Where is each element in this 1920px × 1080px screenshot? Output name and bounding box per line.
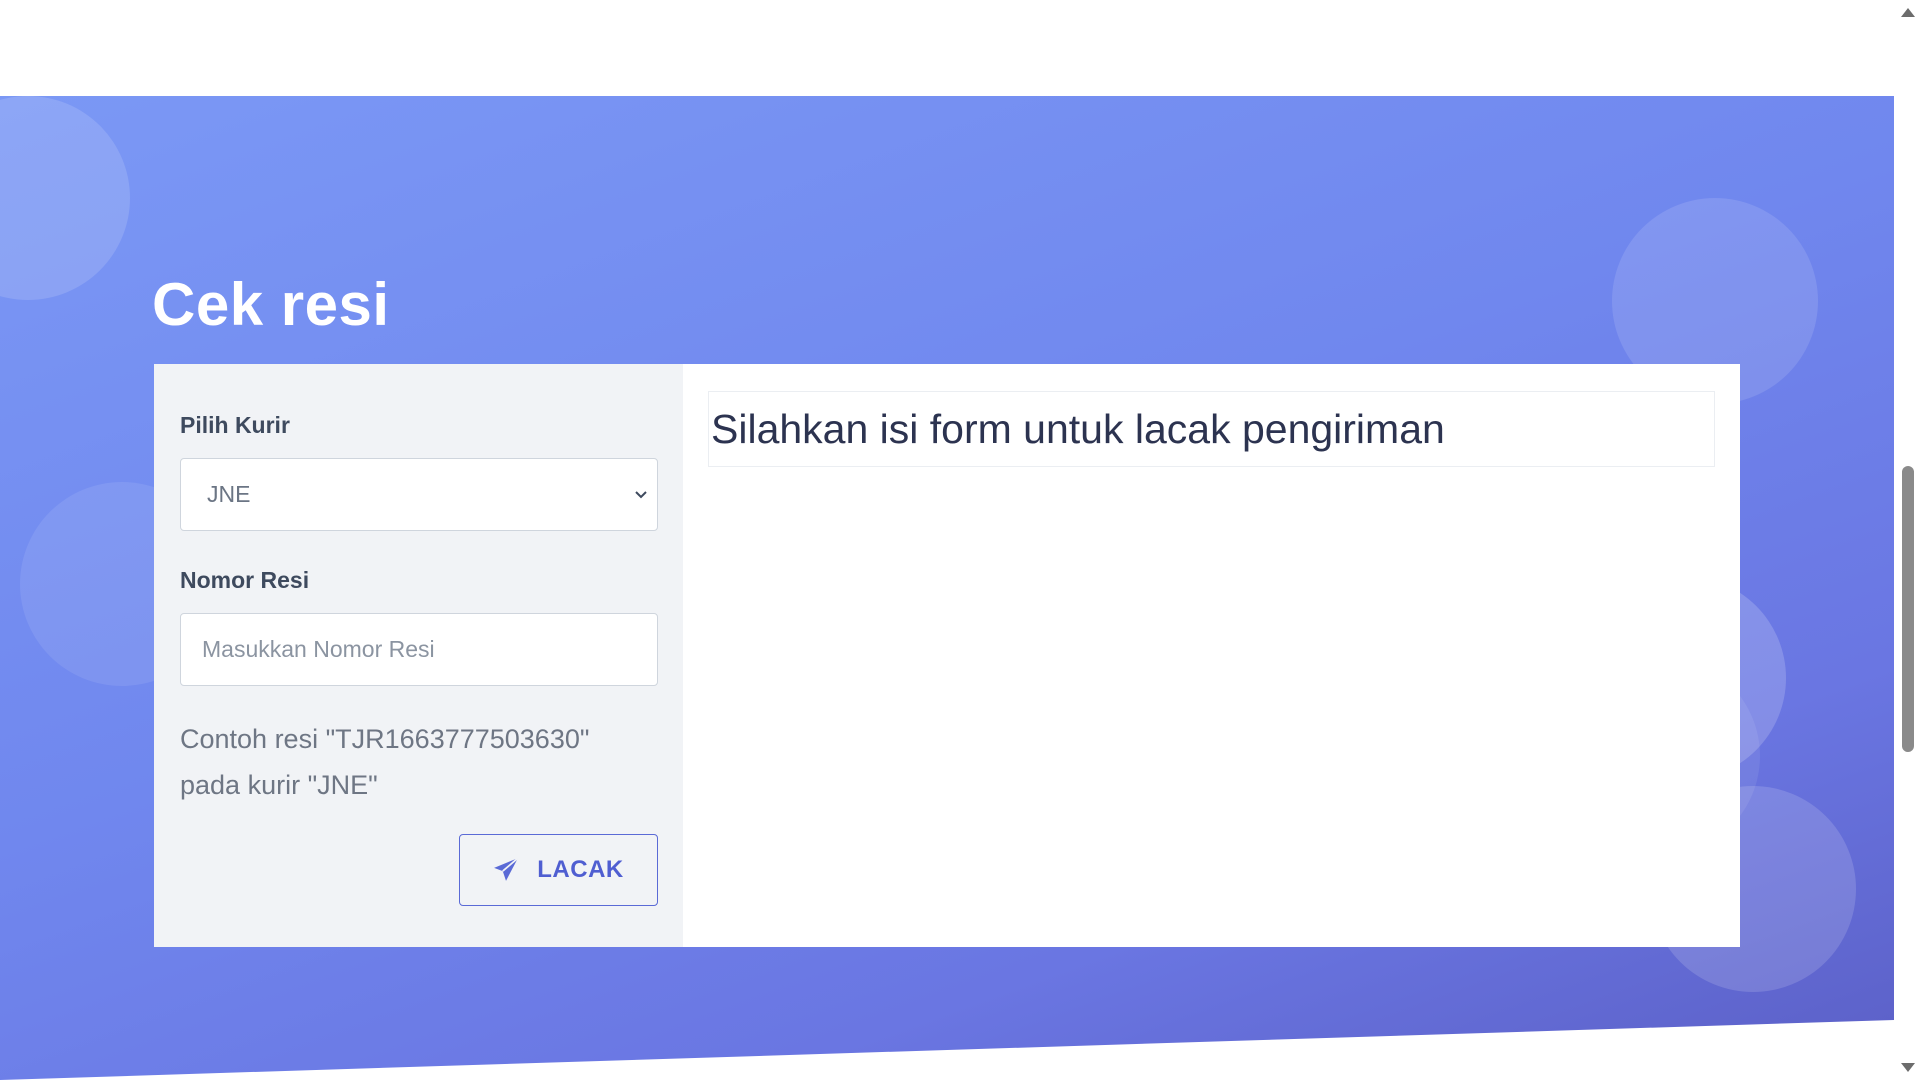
- receipt-number-placeholder: Masukkan Nomor Resi: [202, 636, 435, 662]
- track-button[interactable]: LACAK: [459, 834, 658, 906]
- page: Cek resi Pilih Kurir JNE Nomor Resi Masu…: [0, 0, 1920, 1080]
- result-panel: Silahkan isi form untuk lacak pengiriman: [683, 364, 1740, 947]
- hint-line: pada kurir "JNE": [180, 770, 378, 800]
- result-message-box: Silahkan isi form untuk lacak pengiriman: [708, 391, 1715, 467]
- tracking-form: Pilih Kurir JNE Nomor Resi Masukkan Nomo…: [154, 364, 683, 947]
- track-button-label: LACAK: [537, 856, 624, 883]
- scroll-up-arrow-icon[interactable]: [1901, 8, 1915, 17]
- vertical-scrollbar[interactable]: [1894, 0, 1920, 1080]
- hero-bottom-slant: [0, 1020, 1894, 1080]
- courier-label: Pilih Kurir: [180, 412, 290, 438]
- receipt-number-input[interactable]: Masukkan Nomor Resi: [180, 613, 658, 686]
- paper-plane-icon: [494, 857, 519, 881]
- tracking-card: Pilih Kurir JNE Nomor Resi Masukkan Nomo…: [154, 364, 1740, 947]
- scroll-down-arrow-icon[interactable]: [1901, 1063, 1915, 1072]
- courier-select[interactable]: JNE: [180, 458, 658, 531]
- courier-select-value: JNE: [207, 481, 251, 507]
- result-message: Silahkan isi form untuk lacak pengiriman: [711, 405, 1445, 452]
- chevron-down-icon: [635, 491, 647, 499]
- decorative-circle: [0, 96, 130, 300]
- receipt-label: Nomor Resi: [180, 567, 310, 593]
- scrollbar-thumb[interactable]: [1902, 466, 1914, 752]
- page-title: Cek resi: [152, 271, 390, 338]
- hint-line: Contoh resi "TJR1663777503630": [180, 724, 590, 754]
- receipt-example-hint: Contoh resi "TJR1663777503630" pada kuri…: [180, 716, 640, 808]
